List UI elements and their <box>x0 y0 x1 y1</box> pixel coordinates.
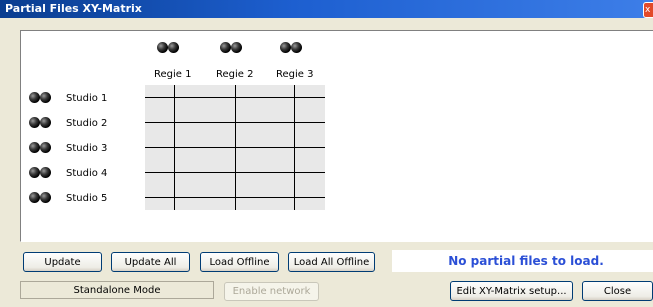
studio-2-mic-icon <box>29 117 51 128</box>
row-label-studio-2: Studio 2 <box>66 118 108 129</box>
grid-column-line-2 <box>235 85 236 210</box>
studio-1-mic-icon <box>29 92 51 103</box>
row-label-studio-5: Studio 5 <box>66 193 108 204</box>
grid-column-line-1 <box>174 85 175 210</box>
studio-3-mic-icon <box>29 142 51 153</box>
row-label-studio-4: Studio 4 <box>66 168 108 179</box>
close-button[interactable]: Close <box>582 281 653 301</box>
row-label-studio-1: Studio 1 <box>66 93 108 104</box>
close-icon[interactable]: x <box>643 2 653 18</box>
title-bar: Partial Files XY-Matrix x <box>0 0 653 18</box>
enable-network-button[interactable]: Enable network <box>224 282 319 301</box>
load-all-offline-button[interactable]: Load All Offline <box>288 252 375 272</box>
crosspoint-grid[interactable] <box>145 85 325 210</box>
row-label-studio-3: Studio 3 <box>66 143 108 154</box>
regie-3-mic-icon <box>280 42 302 53</box>
matrix-panel: Regie 1 Regie 2 Regie 3 Studio 1 Studio … <box>20 30 653 242</box>
studio-5-mic-icon <box>29 192 51 203</box>
mode-indicator: Standalone Mode <box>20 281 214 299</box>
studio-4-mic-icon <box>29 167 51 178</box>
status-message: No partial files to load. <box>392 250 653 272</box>
update-button[interactable]: Update <box>23 252 102 272</box>
regie-2-mic-icon <box>220 42 242 53</box>
column-label-regie-3: Regie 3 <box>276 69 314 80</box>
regie-1-mic-icon <box>157 42 179 53</box>
column-label-regie-1: Regie 1 <box>154 69 192 80</box>
load-offline-button[interactable]: Load Offline <box>200 252 279 272</box>
update-all-button[interactable]: Update All <box>111 252 190 272</box>
window-title: Partial Files XY-Matrix <box>5 2 142 15</box>
edit-xy-matrix-setup-button[interactable]: Edit XY-Matrix setup... <box>450 281 573 301</box>
column-label-regie-2: Regie 2 <box>216 69 254 80</box>
grid-column-line-3 <box>294 85 295 210</box>
